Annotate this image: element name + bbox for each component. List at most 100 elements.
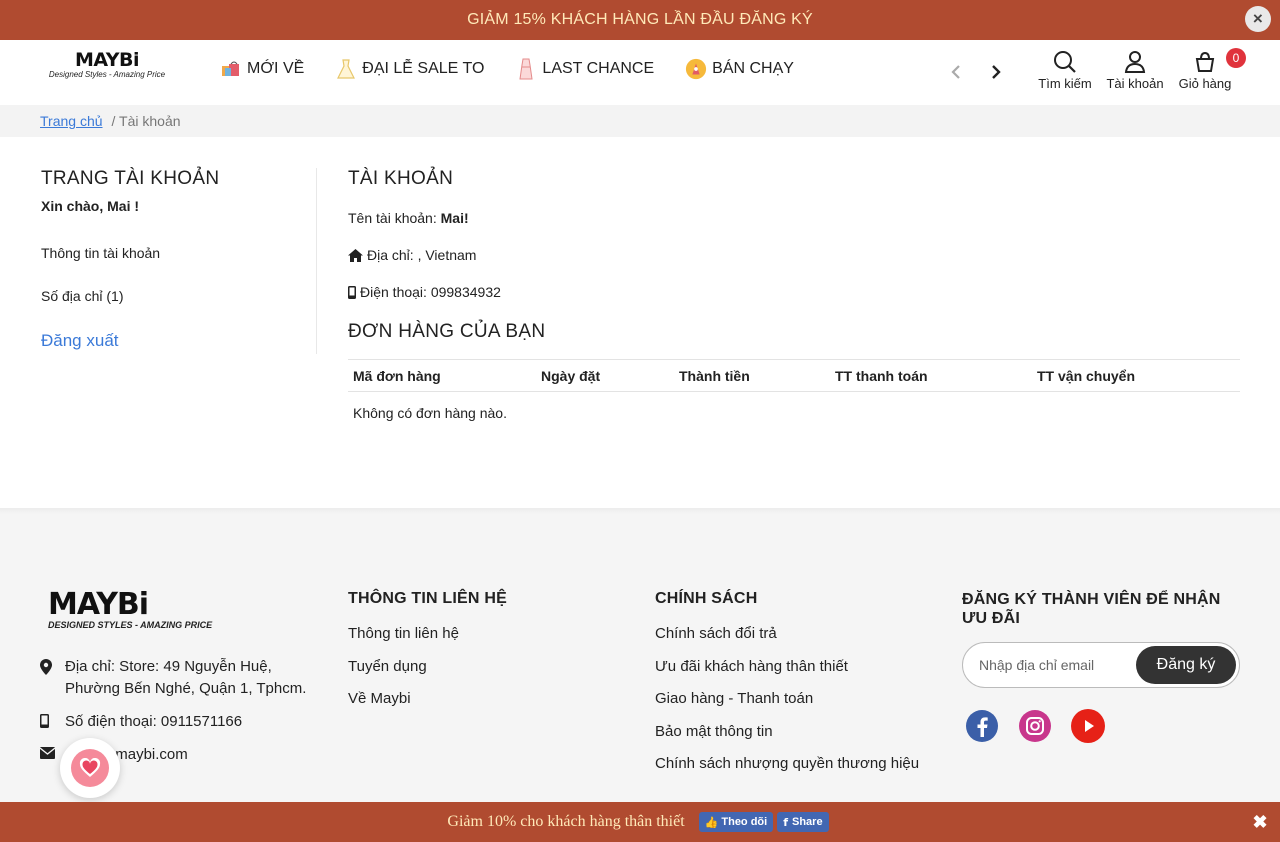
nav-label: ĐẠI LỄ SALE TO bbox=[362, 60, 485, 77]
youtube-icon[interactable] bbox=[1070, 708, 1106, 744]
instagram-icon[interactable] bbox=[1017, 708, 1053, 744]
account-main: TÀI KHOẢN Tên tài khoản: Mai! Địa chỉ: ,… bbox=[348, 168, 1240, 434]
breadcrumb: Trang chủ / Tài khoản bbox=[0, 105, 1280, 137]
subscribe-email-input[interactable] bbox=[963, 657, 1133, 673]
dress-icon bbox=[335, 58, 357, 80]
account-phone-line: Điện thoại: 099834932 bbox=[348, 283, 1240, 301]
account-name-value: Mai! bbox=[440, 210, 469, 226]
wishlist-float-button[interactable] bbox=[60, 738, 120, 798]
column-order-date: Ngày đặt bbox=[536, 359, 674, 392]
footer-link-contact[interactable]: Thông tin liên hệ bbox=[348, 624, 507, 645]
close-bottom-promo-button[interactable]: ✖ bbox=[1252, 813, 1268, 831]
footer-phone-row: Số điện thoại: 0911571166 bbox=[40, 711, 320, 733]
nav-item-best-sellers[interactable]: BÁN CHẠY bbox=[685, 58, 794, 80]
account-sidebar: TRANG TÀI KHOẢN Xin chào, Mai ! Thông ti… bbox=[41, 168, 317, 354]
account-title: TÀI KHOẢN bbox=[348, 168, 454, 189]
main-nav: MỚI VỀ ĐẠI LỄ SALE TO LAST CHANCE BÁN CH… bbox=[220, 58, 825, 80]
mobile-phone-icon bbox=[40, 711, 65, 733]
heart-icon bbox=[71, 749, 109, 787]
home-icon bbox=[348, 248, 363, 262]
column-order-id: Mã đơn hàng bbox=[348, 359, 536, 392]
search-label: Tìm kiếm bbox=[1038, 76, 1092, 91]
cart-label: Giỏ hàng bbox=[1178, 76, 1232, 91]
nav-label: LAST CHANCE bbox=[542, 60, 655, 77]
account-name-line: Tên tài khoản: Mai! bbox=[348, 209, 1240, 227]
close-promo-button[interactable]: × bbox=[1245, 6, 1271, 32]
logout-link[interactable]: Đăng xuất bbox=[41, 331, 316, 351]
footer-address-row: Địa chỉ: Store: 49 Nguyễn Huệ, Phường Bế… bbox=[40, 656, 320, 700]
column-total: Thành tiền bbox=[674, 359, 830, 392]
subscribe-title: ĐĂNG KÝ THÀNH VIÊN ĐỂ NHẬN ƯU ĐÃI bbox=[962, 591, 1221, 627]
footer-link-careers[interactable]: Tuyển dụng bbox=[348, 657, 507, 678]
footer-link-shipping[interactable]: Giao hàng - Thanh toán bbox=[655, 689, 919, 710]
sidebar-item-addresses[interactable]: Số địa chỉ (1) bbox=[41, 288, 316, 304]
nav-label: BÁN CHẠY bbox=[712, 60, 794, 77]
account-phone: Điện thoại: 099834932 bbox=[360, 284, 501, 300]
account-address-line: Địa chỉ: , Vietnam bbox=[348, 246, 1240, 264]
search-button[interactable]: Tìm kiếm bbox=[1030, 50, 1100, 91]
facebook-icon: f bbox=[783, 815, 788, 829]
greeting-text: Xin chào, Mai ! bbox=[41, 198, 140, 214]
footer-address: Địa chỉ: Store: 49 Nguyễn Huệ, Phường Bế… bbox=[65, 658, 307, 697]
orders-title: ĐƠN HÀNG CỦA BẠN bbox=[348, 321, 546, 342]
bottom-promo-text: Giảm 10% cho khách hàng thân thiết bbox=[447, 813, 685, 830]
footer-phone: Số điện thoại: 0911571166 bbox=[65, 713, 243, 730]
dress-tag-icon bbox=[515, 58, 537, 80]
footer-link-loyalty[interactable]: Ưu đãi khách hàng thân thiết bbox=[655, 657, 919, 678]
footer-link-privacy[interactable]: Bảo mật thông tin bbox=[655, 722, 919, 743]
sidebar-item-account-info[interactable]: Thông tin tài khoản bbox=[41, 245, 316, 261]
mobile-phone-icon bbox=[348, 285, 356, 299]
cart-button[interactable]: Giỏ hàng 0 bbox=[1170, 48, 1246, 91]
nav-label: MỚI VỀ bbox=[247, 60, 305, 77]
bestseller-badge-icon bbox=[685, 58, 707, 80]
chevron-left-icon bbox=[951, 65, 960, 79]
nav-carousel-arrows bbox=[946, 60, 1026, 84]
map-marker-icon bbox=[40, 656, 65, 700]
nav-next-button[interactable] bbox=[986, 60, 1006, 84]
facebook-share-button[interactable]: f Share bbox=[777, 812, 829, 832]
facebook-follow-button[interactable]: 👍 Theo dõi bbox=[698, 812, 774, 832]
footer-link-returns[interactable]: Chính sách đổi trả bbox=[655, 624, 919, 645]
subscribe-button[interactable]: Đăng ký bbox=[1136, 646, 1236, 684]
footer-link-franchise[interactable]: Chính sách nhượng quyền thương hiệu bbox=[655, 754, 919, 775]
cart-icon bbox=[1195, 51, 1215, 72]
facebook-icon[interactable] bbox=[964, 708, 1000, 744]
logo-tagline: Designed Styles - Amazing Price bbox=[48, 70, 166, 79]
header-tools: Tìm kiếm Tài khoản Giỏ hàng 0 bbox=[1030, 48, 1246, 91]
account-button[interactable]: Tài khoản bbox=[1100, 50, 1170, 91]
cart-count-badge: 0 bbox=[1226, 48, 1246, 68]
footer-logo-tagline: DESIGNED STYLES - AMAZING PRICE bbox=[48, 620, 213, 630]
subscribe-form: Đăng ký bbox=[962, 642, 1240, 688]
footer-info-column: THÔNG TIN LIÊN HỆ Thông tin liên hệ Tuyể… bbox=[348, 590, 507, 710]
follow-label: Theo dõi bbox=[721, 816, 768, 828]
breadcrumb-home-link[interactable]: Trang chủ bbox=[40, 113, 103, 129]
header-logo[interactable]: MAYBi Designed Styles - Amazing Price bbox=[46, 50, 168, 84]
footer-logo-brand: MAYBi bbox=[48, 587, 149, 622]
shopping-bags-icon bbox=[220, 58, 242, 80]
promo-banner-top[interactable]: GIẢM 15% KHÁCH HÀNG LẦN ĐẦU ĐĂNG KÝ × bbox=[0, 0, 1280, 40]
site-header: MAYBi Designed Styles - Amazing Price MỚ… bbox=[0, 40, 1280, 104]
promo-text[interactable]: GIẢM 15% KHÁCH HÀNG LẦN ĐẦU ĐĂNG KÝ bbox=[467, 11, 813, 29]
table-row: Không có đơn hàng nào. bbox=[348, 392, 1240, 434]
column-payment-status: TT thanh toán bbox=[830, 359, 1032, 392]
footer-policy-column: CHÍNH SÁCH Chính sách đổi trả Ưu đãi khá… bbox=[655, 590, 919, 775]
nav-item-last-chance[interactable]: LAST CHANCE bbox=[515, 58, 654, 80]
site-footer: MAYBi DESIGNED STYLES - AMAZING PRICE Đị… bbox=[0, 508, 1280, 842]
column-shipping-status: TT vận chuyển bbox=[1032, 359, 1240, 392]
nav-prev-button[interactable] bbox=[946, 60, 966, 84]
footer-info-title: THÔNG TIN LIÊN HỆ bbox=[348, 590, 507, 607]
logo-brand: MAYBi bbox=[74, 49, 140, 71]
nav-item-big-sale[interactable]: ĐẠI LỄ SALE TO bbox=[335, 58, 484, 80]
footer-logo[interactable]: MAYBi DESIGNED STYLES - AMAZING PRICE bbox=[48, 587, 213, 631]
sidebar-title: TRANG TÀI KHOẢN bbox=[41, 168, 220, 189]
account-label: Tài khoản bbox=[1106, 76, 1164, 91]
account-name-label: Tên tài khoản: bbox=[348, 210, 441, 226]
chevron-right-icon bbox=[992, 65, 1001, 79]
thumbs-up-icon: 👍 bbox=[704, 816, 719, 829]
user-icon bbox=[1124, 51, 1146, 73]
account-address: Địa chỉ: , Vietnam bbox=[367, 247, 477, 263]
footer-link-about[interactable]: Về Maybi bbox=[348, 689, 507, 710]
orders-table: Mã đơn hàng Ngày đặt Thành tiền TT thanh… bbox=[348, 359, 1240, 434]
nav-item-new-arrivals[interactable]: MỚI VỀ bbox=[220, 58, 304, 80]
promo-banner-bottom: Giảm 10% cho khách hàng thân thiết 👍 The… bbox=[0, 802, 1280, 842]
